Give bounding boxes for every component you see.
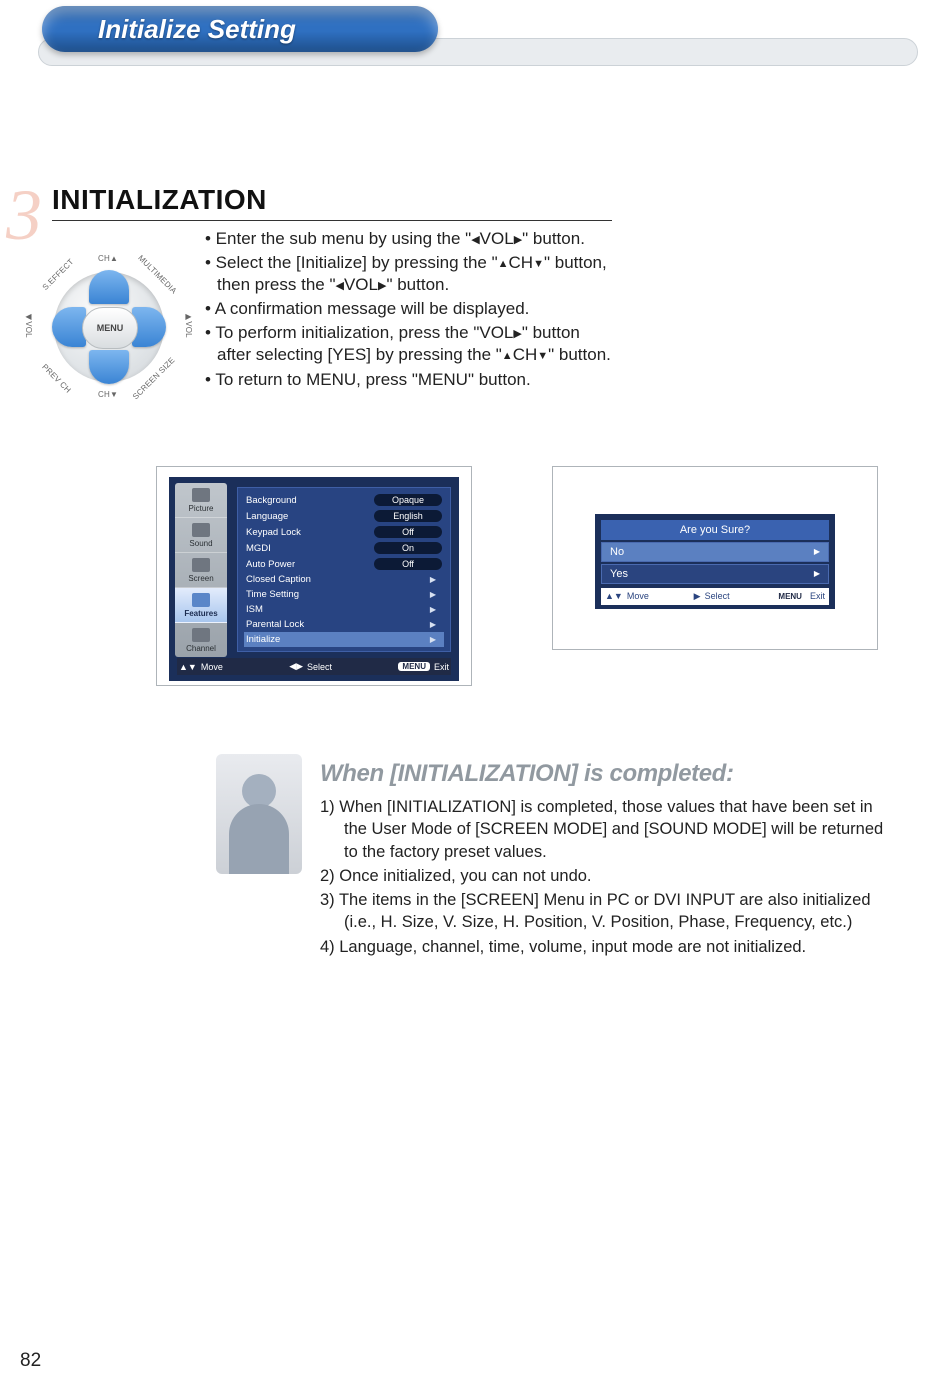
chevron-right-icon: ▶ [430,575,442,584]
illustration-body [229,804,289,874]
osd-row-initialize: Initialize▶ [244,632,444,647]
osd-confirm-title: Are you Sure? [601,520,829,540]
osd-cat-sound: Sound [175,518,227,553]
updown-icon: ▲▼ [179,662,197,672]
title-bar: Initialize Setting [38,8,918,68]
osd-cat-channel: Channel [175,623,227,657]
down-triangle-icon: ▼ [537,350,548,362]
osd-row-time-setting: Time Setting▶ [244,587,444,602]
menu-chip-icon: MENU [398,662,430,671]
osd-features: Picture Sound Screen Features Channel Ba… [169,477,459,681]
remote-ch-up [89,270,129,304]
title-pill: Initialize Setting [42,6,438,52]
left-triangle-icon: ◀ [471,234,479,246]
osd-row-language: LanguageEnglish [244,508,444,524]
osd-hint-exit: MENUExit [774,591,825,601]
chevron-right-icon: ▶ [814,569,820,578]
osd-hint-move: ▲▼Move [605,591,649,601]
instruction-2: • Select the [Initialize] by pressing th… [205,252,615,296]
title-text: Initialize Setting [98,14,296,45]
completion-item-3: 3) The items in the [SCREEN] Menu in PC … [320,889,890,934]
right-triangle-icon: ▶ [513,328,521,340]
right-triangle-icon: ▶ [514,234,522,246]
osd-confirm: Are you Sure? No▶ Yes▶ ▲▼Move ▶Select ME… [595,514,835,609]
completion-item-1: 1) When [INITIALIZATION] is completed, t… [320,796,890,863]
remote-label-vol-l: ◀VOL [24,312,33,338]
completion-item-2: 2) Once initialized, you can not undo. [320,865,890,887]
chevron-right-icon: ▶ [430,605,442,614]
leftright-icon: ◀▶ [289,661,303,672]
left-triangle-icon: ◀ [336,280,344,292]
updown-icon: ▲▼ [605,591,623,601]
page: Initialize Setting 3 INITIALIZATION MENU… [0,0,949,1382]
section-title: INITIALIZATION [52,184,267,216]
osd-row-ism: ISM▶ [244,602,444,617]
remote-label-vol-r: ▶VOL [184,312,193,338]
remote-label-ch-dn: CH▼ [98,390,118,399]
instruction-5: • To return to MENU, press "MENU" button… [205,369,615,391]
right-triangle-icon: ▶ [694,591,701,602]
remote-label-prevch: PREV CH [40,362,73,395]
down-triangle-icon: ▼ [533,258,544,270]
osd-settings-list: BackgroundOpaque LanguageEnglish Keypad … [237,487,451,652]
instruction-3: • A confirmation message will be display… [205,298,615,320]
osd-hint-select: ◀▶Select [289,661,332,672]
osd-row-parental-lock: Parental Lock▶ [244,617,444,632]
up-triangle-icon: ▲ [498,258,509,270]
osd-confirm-footer: ▲▼Move ▶Select MENUExit [601,588,829,605]
osd-confirm-no: No▶ [601,542,829,562]
chevron-right-icon: ▶ [814,547,820,556]
up-triangle-icon: ▲ [502,350,513,362]
osd-features-frame: Picture Sound Screen Features Channel Ba… [156,466,472,686]
chevron-right-icon: ▶ [430,635,442,644]
osd-hint-select: ▶Select [694,591,730,602]
instruction-4: • To perform initialization, press the "… [205,322,615,366]
completion-item-4: 4) Language, channel, time, volume, inpu… [320,936,890,958]
page-number: 82 [20,1350,41,1372]
instruction-list: • Enter the sub menu by using the "◀VOL▶… [205,228,615,393]
osd-row-background: BackgroundOpaque [244,492,444,508]
osd-row-mgdi: MGDIOn [244,540,444,556]
completion-heading: When [INITIALIZATION] is completed: [320,760,734,788]
osd-row-auto-power: Auto PowerOff [244,556,444,572]
person-illustration [216,754,302,874]
illustration-head [242,774,276,808]
osd-cat-picture: Picture [175,483,227,518]
osd-category-sidebar: Picture Sound Screen Features Channel [175,483,227,657]
remote-menu-button: MENU [82,307,138,349]
osd-hint-exit: MENUExit [398,662,449,672]
osd-footer: ▲▼Move ◀▶Select MENUExit [177,658,451,675]
remote-label-ch-up: CH▲ [98,254,118,263]
completion-list: 1) When [INITIALIZATION] is completed, t… [320,796,890,960]
osd-panels: Picture Sound Screen Features Channel Ba… [156,466,916,686]
osd-cat-features: Features [175,588,227,623]
section-rule [52,220,612,221]
osd-hint-move: ▲▼Move [179,662,223,672]
chevron-right-icon: ▶ [430,620,442,629]
remote-diagram: MENU CH▲ CH▼ ◀VOL ▶VOL S.EFFECT MULTIMED… [22,240,192,410]
menu-chip-icon: MENU [774,592,806,601]
chevron-right-icon: ▶ [430,590,442,599]
osd-row-keypad-lock: Keypad LockOff [244,524,444,540]
remote-vol-left [52,307,86,347]
osd-confirm-yes: Yes▶ [601,564,829,584]
instruction-1: • Enter the sub menu by using the "◀VOL▶… [205,228,615,250]
osd-row-closed-caption: Closed Caption▶ [244,572,444,587]
osd-cat-screen: Screen [175,553,227,588]
osd-confirm-frame: Are you Sure? No▶ Yes▶ ▲▼Move ▶Select ME… [552,466,878,650]
